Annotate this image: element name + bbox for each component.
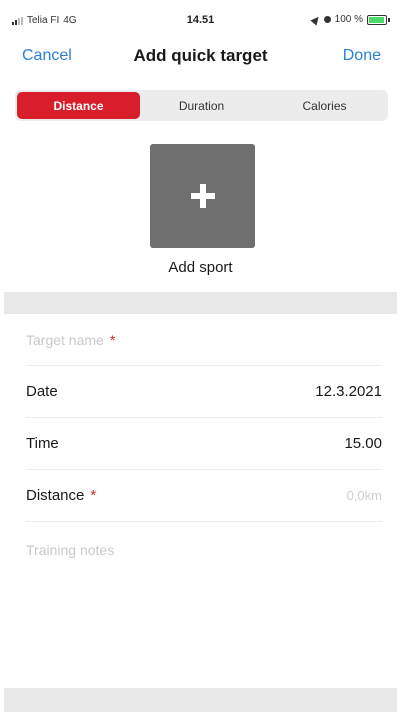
- date-value: 12.3.2021: [315, 383, 382, 400]
- time-row[interactable]: Time 15.00: [26, 418, 382, 470]
- location-icon: [310, 13, 322, 26]
- tab-distance[interactable]: Distance: [17, 92, 140, 119]
- section-divider: [4, 292, 397, 314]
- date-row[interactable]: Date 12.3.2021: [26, 366, 382, 418]
- done-button[interactable]: Done: [343, 47, 381, 65]
- distance-input[interactable]: 0,0km: [347, 488, 382, 503]
- target-type-segmented-control: Distance Duration Calories: [15, 90, 388, 121]
- add-sport-label: Add sport: [168, 259, 233, 276]
- time-label: Time: [26, 435, 59, 452]
- battery-fill: [369, 16, 384, 23]
- target-name-placeholder-text: Target name: [26, 331, 104, 348]
- tab-duration[interactable]: Duration: [140, 92, 263, 119]
- training-notes-field[interactable]: Training notes: [26, 542, 382, 672]
- status-bar: Telia FI 4G 14.51 100 %: [0, 0, 401, 36]
- time-value: 15.00: [344, 435, 382, 452]
- distance-row[interactable]: Distance * 0,0km: [26, 470, 382, 522]
- distance-label-wrap: Distance *: [26, 487, 96, 504]
- required-mark: *: [109, 331, 116, 348]
- plus-icon: [190, 184, 215, 208]
- alarm-icon: [323, 16, 331, 23]
- battery-percent: 100 %: [334, 14, 363, 25]
- date-label: Date: [26, 383, 58, 400]
- required-mark: *: [90, 487, 97, 504]
- battery-icon: [367, 14, 390, 25]
- target-name-field[interactable]: Target name *: [26, 314, 382, 366]
- add-sport-button[interactable]: [150, 144, 255, 248]
- status-right: 100 %: [310, 13, 390, 26]
- bottom-divider: [4, 688, 397, 712]
- target-name-placeholder: Target name *: [26, 332, 115, 348]
- tab-calories[interactable]: Calories: [263, 92, 386, 119]
- distance-label: Distance: [26, 487, 85, 504]
- nav-bar: Cancel Add quick target Done: [0, 36, 401, 78]
- cancel-button[interactable]: Cancel: [22, 47, 72, 65]
- training-notes-placeholder: Training notes: [26, 542, 115, 558]
